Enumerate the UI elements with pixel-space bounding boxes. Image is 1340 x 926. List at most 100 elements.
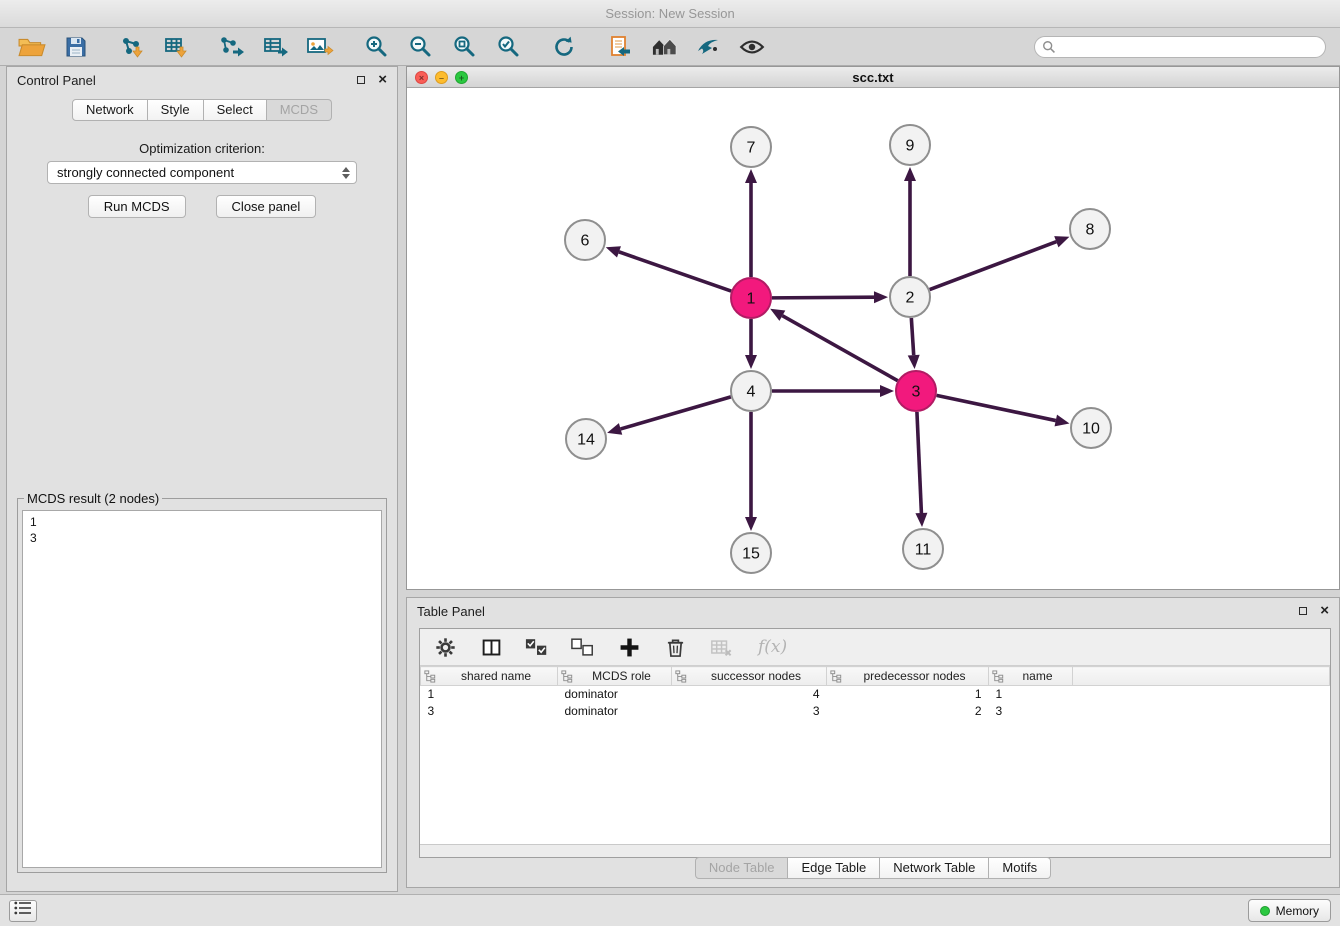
- run-mcds-button[interactable]: Run MCDS: [88, 195, 186, 218]
- open-session-icon[interactable]: [15, 31, 49, 63]
- column-sort-icon: [992, 670, 1004, 686]
- arrowhead-4-3: [880, 385, 894, 397]
- zoom-window-button[interactable]: [455, 71, 468, 84]
- edge-3-10[interactable]: [937, 395, 1056, 420]
- zoom-selected-icon[interactable]: [491, 31, 525, 63]
- control-tab-select[interactable]: Select: [204, 99, 267, 121]
- home-icon[interactable]: [647, 31, 681, 63]
- svg-text:15: 15: [742, 546, 760, 563]
- edge-2-3[interactable]: [911, 318, 913, 355]
- close-panel-icon[interactable]: [378, 74, 387, 86]
- column-header-MCDS-role[interactable]: MCDS role: [558, 667, 672, 686]
- edge-1-6[interactable]: [619, 252, 731, 291]
- function-builder-icon: f(x): [758, 637, 787, 657]
- control-tab-style[interactable]: Style: [148, 99, 204, 121]
- arrowhead-2-8: [1054, 236, 1069, 247]
- delete-row-icon[interactable]: [662, 634, 688, 660]
- table-panel-header: Table Panel: [407, 598, 1339, 624]
- refresh-icon[interactable]: [547, 31, 581, 63]
- minimize-window-button[interactable]: [435, 71, 448, 84]
- zoom-out-icon[interactable]: [403, 31, 437, 63]
- control-tab-network[interactable]: Network: [72, 99, 148, 121]
- list-icon: [14, 901, 32, 920]
- edge-4-14[interactable]: [621, 397, 731, 429]
- table-toolbar: f(x): [420, 629, 1330, 666]
- node-14[interactable]: 14: [566, 419, 606, 459]
- document-share-icon[interactable]: [603, 31, 637, 63]
- node-3[interactable]: 3: [896, 371, 936, 411]
- mcds-result-list[interactable]: 13: [22, 510, 382, 868]
- column-header-shared-name[interactable]: shared name: [421, 667, 558, 686]
- network-graph: 7 9 6 8 1 2 4 3 14 10 15 11: [407, 88, 1339, 589]
- table-cell[interactable]: 4: [672, 686, 827, 703]
- import-network-icon[interactable]: [115, 31, 149, 63]
- export-image-icon[interactable]: [303, 31, 337, 63]
- columns-icon[interactable]: [478, 634, 504, 660]
- close-panel-button[interactable]: Close panel: [216, 195, 317, 218]
- close-table-panel-icon[interactable]: [1320, 605, 1329, 617]
- table-cell[interactable]: dominator: [558, 703, 672, 720]
- table-tab-motifs[interactable]: Motifs: [989, 857, 1051, 879]
- node-table-container: f(x) shared nameMCDS rolesuccessor nodes…: [419, 628, 1331, 858]
- node-6[interactable]: 6: [565, 220, 605, 260]
- memory-label: Memory: [1276, 904, 1319, 918]
- style-brush-icon[interactable]: [691, 31, 725, 63]
- node-10[interactable]: 10: [1071, 408, 1111, 448]
- search-input[interactable]: [1034, 36, 1326, 58]
- arrowhead-4-14: [607, 423, 622, 435]
- export-network-icon[interactable]: [215, 31, 249, 63]
- edge-3-1[interactable]: [782, 316, 897, 381]
- close-window-button[interactable]: [415, 71, 428, 84]
- column-header-predecessor-nodes[interactable]: predecessor nodes: [827, 667, 989, 686]
- table-cell[interactable]: dominator: [558, 686, 672, 703]
- criterion-select[interactable]: strongly connected component: [47, 161, 357, 184]
- table-cell[interactable]: 3: [989, 703, 1073, 720]
- table-cell[interactable]: 1: [827, 686, 989, 703]
- node-9[interactable]: 9: [890, 125, 930, 165]
- svg-text:6: 6: [581, 233, 590, 250]
- gear-icon[interactable]: [432, 634, 458, 660]
- column-header-name[interactable]: name: [989, 667, 1073, 686]
- mcds-result-title: MCDS result (2 nodes): [24, 491, 162, 506]
- edge-3-11[interactable]: [917, 412, 921, 513]
- table-tab-edge-table[interactable]: Edge Table: [788, 857, 880, 879]
- control-tab-mcds[interactable]: MCDS: [267, 99, 332, 121]
- memory-button[interactable]: Memory: [1248, 899, 1331, 922]
- deselect-all-icon[interactable]: [570, 634, 596, 660]
- network-window-titlebar[interactable]: scc.txt: [407, 67, 1339, 88]
- node-11[interactable]: 11: [903, 529, 943, 569]
- table-cell[interactable]: 3: [672, 703, 827, 720]
- zoom-fit-icon[interactable]: [447, 31, 481, 63]
- table-cell[interactable]: 2: [827, 703, 989, 720]
- table-cell-filler: [1073, 686, 1330, 703]
- edge-1-2[interactable]: [772, 297, 874, 298]
- export-table-icon[interactable]: [259, 31, 293, 63]
- add-row-icon[interactable]: [616, 634, 642, 660]
- column-header-successor-nodes[interactable]: successor nodes: [672, 667, 827, 686]
- edge-2-8[interactable]: [930, 242, 1057, 290]
- table-cell[interactable]: 1: [421, 686, 558, 703]
- table-row[interactable]: 1dominator411: [421, 686, 1330, 703]
- table-tab-network-table[interactable]: Network Table: [880, 857, 989, 879]
- table-cell[interactable]: 3: [421, 703, 558, 720]
- table-row[interactable]: 3dominator323: [421, 703, 1330, 720]
- svg-text:1: 1: [747, 291, 756, 308]
- eye-icon[interactable]: [735, 31, 769, 63]
- node-2[interactable]: 2: [890, 277, 930, 317]
- task-history-button[interactable]: [9, 900, 37, 922]
- table-tab-node-table[interactable]: Node Table: [695, 857, 789, 879]
- save-session-icon[interactable]: [59, 31, 93, 63]
- table-cell[interactable]: 1: [989, 686, 1073, 703]
- node-7[interactable]: 7: [731, 127, 771, 167]
- import-table-icon[interactable]: [159, 31, 193, 63]
- node-15[interactable]: 15: [731, 533, 771, 573]
- horizontal-scrollbar[interactable]: [420, 844, 1330, 857]
- float-table-panel-button[interactable]: [1297, 605, 1309, 617]
- float-panel-button[interactable]: [355, 74, 367, 86]
- node-1[interactable]: 1: [731, 278, 771, 318]
- zoom-in-icon[interactable]: [359, 31, 393, 63]
- node-8[interactable]: 8: [1070, 209, 1110, 249]
- network-canvas[interactable]: 7 9 6 8 1 2 4 3 14 10 15 11: [407, 88, 1339, 589]
- select-all-icon[interactable]: [524, 634, 550, 660]
- node-4[interactable]: 4: [731, 371, 771, 411]
